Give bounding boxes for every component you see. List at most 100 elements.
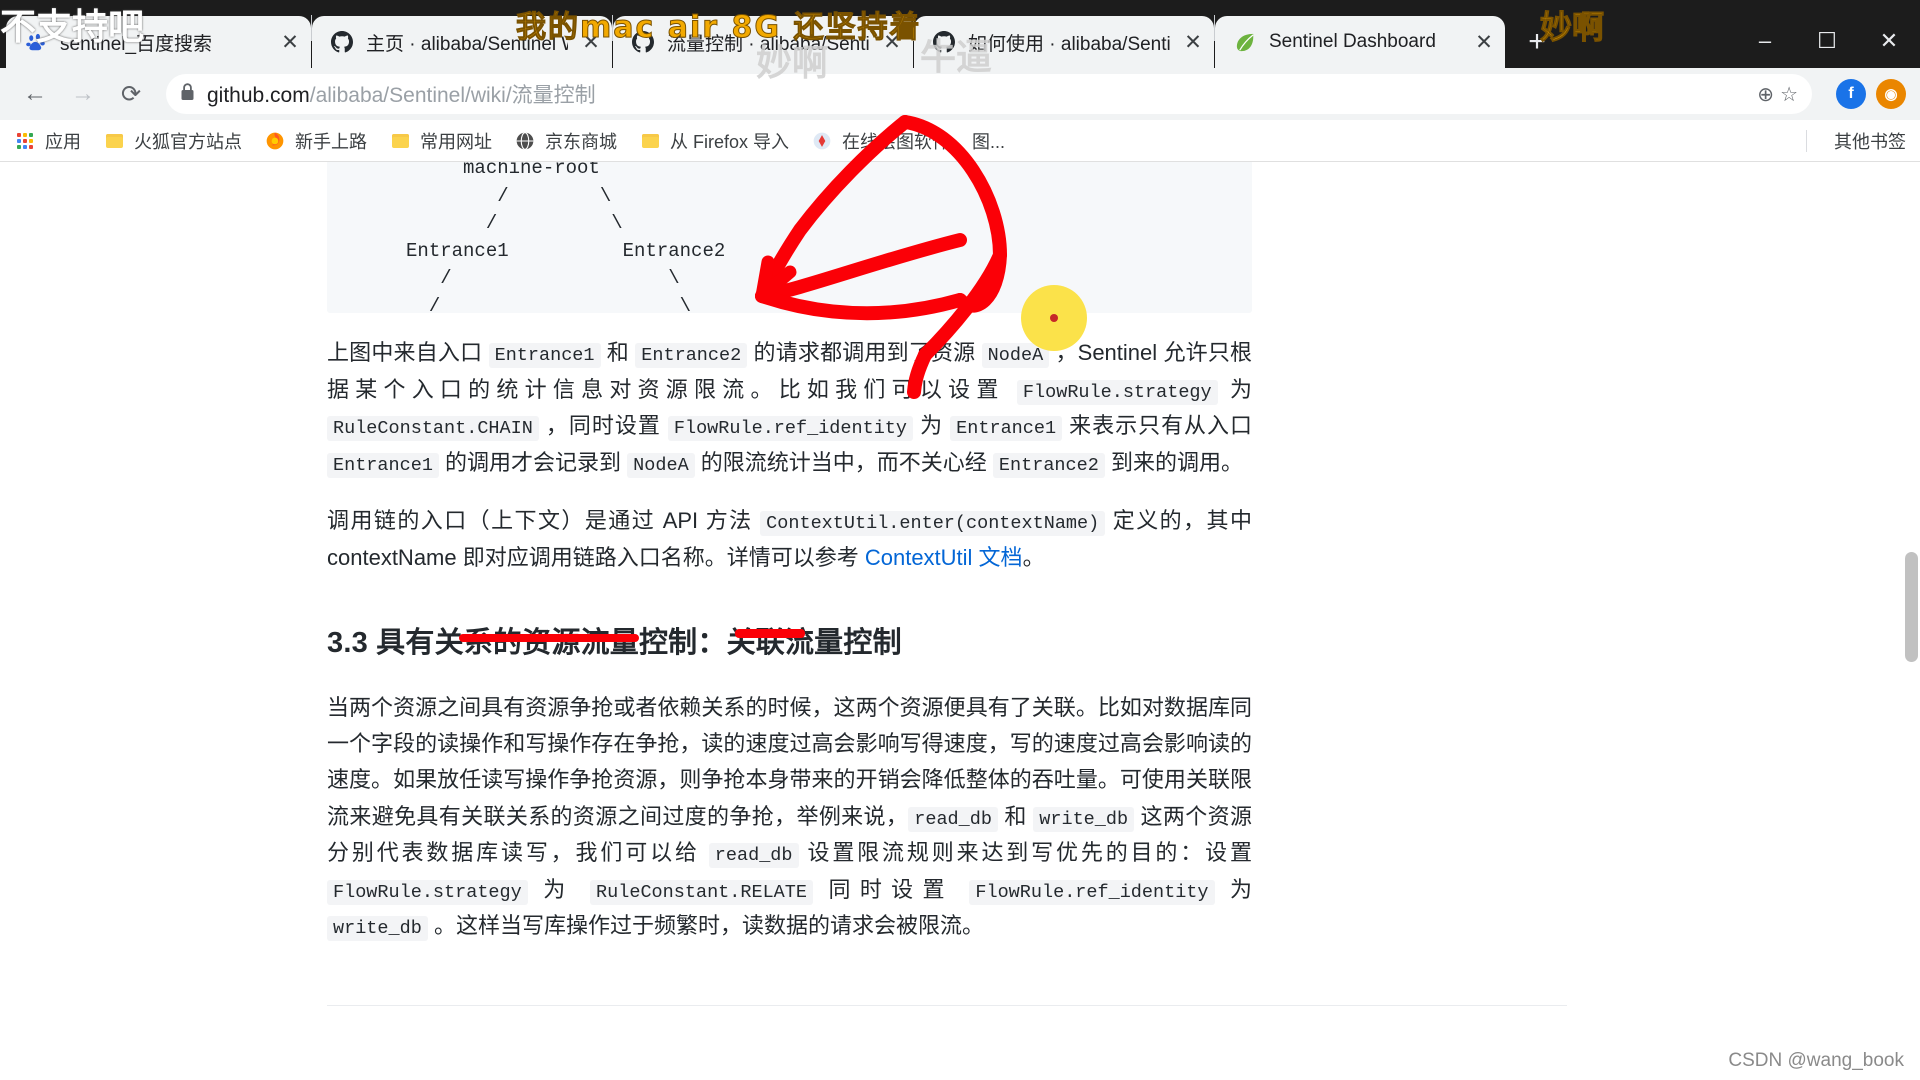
apps-grid-icon — [14, 130, 36, 152]
close-icon[interactable]: ✕ — [580, 31, 602, 54]
text-run: 的限流统计当中，而不关心经 — [694, 449, 993, 475]
browser-tab-title: 主页 · alibaba/Sentinel Wiki · — [366, 33, 568, 55]
scrollbar-thumb[interactable] — [1905, 552, 1918, 662]
address-host: github.com — [207, 84, 310, 107]
text-run: 为 — [1214, 876, 1252, 902]
other-bookmarks-label: 其他书签 — [1834, 131, 1906, 152]
close-icon[interactable]: ✕ — [1182, 31, 1204, 54]
bookmark-label: 新手上路 — [295, 131, 367, 152]
bookmark-divider — [1806, 129, 1807, 152]
bookmark-label: 火狐官方站点 — [134, 131, 242, 152]
bookmark-item-online-draw[interactable]: 在线绘图软件 — [811, 128, 950, 154]
forward-icon[interactable]: → — [62, 73, 104, 115]
bookmark-item-jd[interactable]: 京东商城 — [514, 128, 617, 154]
text-run: 到来的调用。 — [1104, 449, 1243, 475]
bookmark-label: 常用网址 — [420, 131, 492, 152]
call-chain-ascii-diagram: machine-root / \ / \ Entrance1 Entrance2… — [327, 162, 1252, 313]
contextutil-doc-link[interactable]: ContextUtil 文档 — [865, 545, 1023, 570]
browser-tab-title: 如何使用 · alibaba/Sentinel W — [968, 33, 1170, 55]
bookmark-star-icon[interactable]: ☆ — [1780, 82, 1798, 107]
bookmark-item-apps[interactable]: 应用 — [14, 128, 81, 154]
folder-icon — [103, 130, 125, 152]
bookmark-label: 图... — [972, 131, 1006, 152]
text-run: 的调用才会记录到 — [438, 449, 628, 475]
code-flowrule-strategy: FlowRule.strategy — [1016, 379, 1218, 405]
text-run: 上图中来自入口 — [327, 340, 489, 365]
baidu-icon — [24, 30, 48, 54]
github-icon — [330, 30, 354, 54]
code-entrance1-2: Entrance1 — [950, 416, 1063, 442]
new-tab-button[interactable]: + — [1515, 20, 1559, 64]
address-bar[interactable]: github.com/alibaba/Sentinel/wiki/流量控制 ⊕ … — [166, 74, 1812, 114]
bookmark-item-common-sites[interactable]: 常用网址 — [389, 128, 492, 154]
section-heading-3-3: 3.3 具有关系的资源流量控制：关联流量控制 — [327, 626, 902, 659]
browser-tab-1[interactable]: 主页 · alibaba/Sentinel Wiki · ✕ — [312, 16, 612, 68]
code-entrance1: Entrance1 — [488, 343, 601, 368]
draw-icon — [811, 130, 833, 152]
code-flowrule-strategy-2: FlowRule.strategy — [327, 879, 528, 905]
paragraph-contextutil: 调用链的入口（上下文）是通过 API 方法 ContextUtil.enter(… — [327, 503, 1252, 576]
back-icon[interactable]: ← — [14, 73, 56, 115]
folder-icon — [639, 130, 661, 152]
csdn-watermark: CSDN @wang_book — [1728, 1050, 1904, 1071]
bookmark-label: 在线绘图软件 — [842, 131, 951, 152]
text-run: 的请求都调用到了资源 — [747, 340, 982, 365]
code-read-db-2: read_db — [708, 843, 799, 869]
globe-icon — [514, 130, 536, 152]
bookmark-item-more[interactable]: 图... — [972, 128, 1005, 154]
wiki-article: machine-root / \ / \ Entrance1 Entrance2… — [327, 162, 1568, 1079]
spring-leaf-icon — [1233, 30, 1257, 54]
footer-divider — [327, 1004, 1567, 1006]
code-ruleconstant-chain: RuleConstant.CHAIN — [327, 416, 539, 442]
github-icon — [631, 30, 655, 54]
code-contextutil-enter: ContextUtil.enter(contextName) — [760, 511, 1106, 537]
bookmark-label: 应用 — [45, 131, 81, 152]
code-ruleconstant-relate: RuleConstant.RELATE — [590, 879, 813, 905]
text-run: 。这样当写库操作过于频繁时，读数据的请求会被限流。 — [427, 913, 984, 939]
other-bookmarks[interactable]: 其他书签 — [1806, 128, 1906, 154]
window-controls: – ☐ ✕ — [1734, 14, 1920, 68]
text-run: 调用链的入口（上下文）是通过 API 方法 — [327, 508, 761, 534]
close-icon[interactable]: ✕ — [1473, 31, 1495, 54]
text-run: 来表示只有从入口 — [1062, 413, 1252, 439]
extension-avatar[interactable]: ◉ — [1876, 79, 1906, 109]
browser-tab-3[interactable]: 如何使用 · alibaba/Sentinel W ✕ — [914, 16, 1214, 68]
bookmark-item-getting-started[interactable]: 新手上路 — [264, 128, 367, 154]
reload-icon[interactable]: ⟳ — [110, 73, 152, 115]
browser-window: sentinel_百度搜索 ✕ 主页 · alibaba/Sentinel Wi… — [0, 0, 1920, 1080]
code-nodea-2: NodeA — [627, 452, 695, 478]
paragraph-entrance-chain: 上图中来自入口 Entrance1 和 Entrance2 的请求都调用到了资源… — [327, 335, 1252, 481]
lock-icon — [180, 82, 195, 106]
tab-strip: sentinel_百度搜索 ✕ 主页 · alibaba/Sentinel Wi… — [0, 0, 1920, 68]
code-entrance2-2: Entrance2 — [992, 452, 1105, 478]
github-icon — [932, 30, 956, 54]
bookmark-item-firefox-import[interactable]: 从 Firefox 导入 — [639, 128, 789, 154]
folder-icon — [389, 130, 411, 152]
page-scrollbar[interactable] — [1902, 162, 1920, 1080]
browser-tab-0[interactable]: sentinel_百度搜索 ✕ — [6, 16, 311, 68]
code-read-db: read_db — [908, 806, 998, 832]
text-run: 为 — [913, 413, 951, 439]
minimize-button[interactable]: – — [1734, 14, 1796, 68]
close-window-button[interactable]: ✕ — [1858, 14, 1920, 68]
zoom-icon[interactable]: ⊕ — [1757, 82, 1774, 107]
bookmarks-bar: 应用 火狐官方站点 新手上路 常用网址 京东商城 从 Firefox 导入 在线… — [0, 120, 1920, 162]
browser-tab-4[interactable]: Sentinel Dashboard ✕ — [1215, 16, 1505, 68]
profile-avatar[interactable]: f — [1836, 79, 1866, 109]
bookmark-label: 京东商城 — [545, 131, 617, 152]
close-icon[interactable]: ✕ — [279, 31, 301, 54]
address-path: /alibaba/Sentinel/wiki/流量控制 — [309, 84, 596, 107]
firefox-icon — [264, 130, 286, 152]
text-run: ，同时设置 — [538, 413, 668, 439]
code-flowrule-ref-identity: FlowRule.ref_identity — [667, 416, 914, 442]
browser-tab-2[interactable]: 流量控制 · alibaba/Sentinel W ✕ — [613, 16, 913, 68]
code-entrance2: Entrance2 — [635, 343, 748, 368]
text-run: 为 — [1217, 376, 1252, 402]
close-icon[interactable]: ✕ — [881, 31, 903, 54]
browser-tab-title: Sentinel Dashboard — [1269, 31, 1436, 52]
page-viewport: machine-root / \ / \ Entrance1 Entrance2… — [0, 162, 1920, 1080]
bookmark-item-firefox-site[interactable]: 火狐官方站点 — [103, 128, 242, 154]
maximize-button[interactable]: ☐ — [1796, 14, 1858, 68]
navigation-toolbar: ← → ⟳ github.com/alibaba/Sentinel/wiki/流… — [0, 68, 1920, 120]
text-run: 和 — [997, 803, 1034, 829]
